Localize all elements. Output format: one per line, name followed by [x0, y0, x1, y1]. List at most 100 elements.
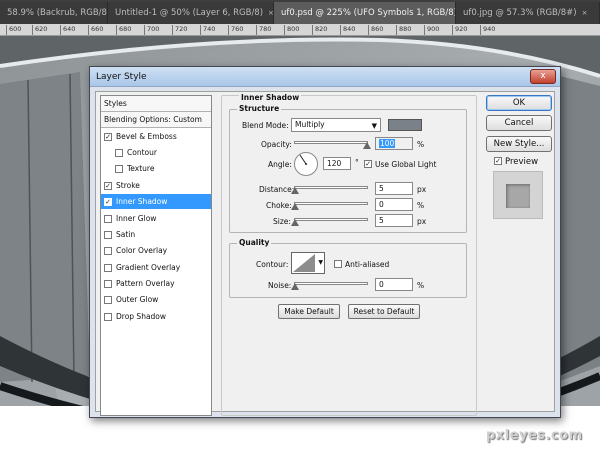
ruler-label: 740 [200, 25, 215, 35]
ok-button[interactable]: OK [486, 95, 552, 111]
ruler-label: 700 [144, 25, 159, 35]
choke-unit: % [417, 201, 425, 210]
style-item-label: Inner Shadow [116, 197, 168, 206]
tab-untitled[interactable]: Untitled-1 @ 50% (Layer 6, RGB/8) × [108, 2, 274, 24]
ruler-label: 800 [284, 25, 299, 35]
checkbox-icon[interactable] [115, 164, 123, 173]
distance-slider[interactable] [291, 186, 368, 194]
style-item-label: Inner Glow [116, 214, 157, 223]
opacity-value: 100 [379, 139, 396, 148]
blend-mode-select[interactable]: Multiply ▼ [291, 118, 381, 132]
angle-label: Angle: [268, 160, 292, 169]
tab-uf0-psd[interactable]: uf0.psd @ 225% (UFO Symbols 1, RGB/8)× [274, 2, 456, 24]
checkbox-icon[interactable]: ✓ [104, 181, 112, 190]
dialog-titlebar[interactable]: Layer Style [90, 67, 560, 87]
chevron-down-icon: ▼ [371, 122, 377, 130]
choke-input[interactable]: 0 [375, 198, 413, 211]
close-icon[interactable]: × [582, 9, 588, 17]
checkbox-icon[interactable] [104, 312, 112, 321]
style-item-texture[interactable]: Texture [101, 161, 211, 177]
tab-label: uf0.psd @ 225% (UFO Symbols 1, RGB/8) [281, 8, 456, 18]
structure-label: Structure [237, 104, 282, 113]
noise-slider[interactable] [291, 282, 368, 290]
style-item-label: Outer Glow [116, 295, 159, 304]
style-item-inner-shadow[interactable]: ✓ Inner Shadow [101, 194, 211, 210]
noise-slider-thumb[interactable] [291, 283, 299, 290]
checkbox-icon[interactable] [104, 230, 112, 239]
style-item-satin[interactable]: Satin [101, 227, 211, 243]
ruler-label: 900 [424, 25, 439, 35]
checkbox-icon[interactable]: ✓ [104, 132, 112, 141]
angle-input[interactable]: 120 [323, 157, 351, 170]
blend-mode-label: Blend Mode: [242, 121, 289, 130]
choke-slider[interactable] [291, 202, 368, 210]
opacity-slider[interactable] [294, 141, 371, 149]
preview-label: Preview [505, 157, 539, 167]
blending-options[interactable]: Blending Options: Custom [101, 112, 211, 128]
opacity-slider-thumb[interactable] [363, 142, 371, 149]
style-item-label: Satin [116, 230, 136, 239]
style-item-inner-glow[interactable]: Inner Glow [101, 211, 211, 227]
contour-picker[interactable]: ▼ [291, 252, 325, 274]
distance-slider-thumb[interactable] [291, 187, 299, 194]
style-item-bevel-emboss[interactable]: ✓ Bevel & Emboss [101, 129, 211, 145]
tab-uf0-jpg[interactable]: uf0.jpg @ 57.3% (RGB/8#) × [456, 2, 600, 24]
chevron-down-icon[interactable]: ▼ [318, 259, 323, 266]
style-item-stroke[interactable]: ✓ Stroke [101, 178, 211, 194]
size-input[interactable]: 5 [375, 214, 413, 227]
size-label: Size: [273, 217, 291, 226]
noise-input[interactable]: 0 [375, 278, 413, 291]
choke-slider-thumb[interactable] [291, 203, 299, 210]
style-item-outer-glow[interactable]: Outer Glow [101, 292, 211, 308]
blend-mode-value: Multiply [295, 120, 325, 129]
styles-list: Styles Blending Options: Custom ✓ Bevel &… [100, 95, 212, 416]
style-item-drop-shadow[interactable]: Drop Shadow [101, 309, 211, 325]
style-preview-thumbnail [493, 171, 543, 219]
ruler-label: 660 [88, 25, 103, 35]
style-item-label: Stroke [116, 181, 140, 190]
distance-input[interactable]: 5 [375, 182, 413, 195]
opacity-input[interactable]: 100 [375, 137, 413, 150]
ruler-label: 920 [452, 25, 467, 35]
new-style-button[interactable]: New Style... [486, 136, 552, 152]
reset-to-default-button[interactable]: Reset to Default [348, 304, 420, 319]
checkbox-icon[interactable] [115, 148, 123, 157]
panel-title: Inner Shadow [239, 93, 302, 102]
style-item-label: Bevel & Emboss [116, 132, 177, 141]
watermark-text: pxleyes.com [486, 428, 583, 443]
noise-value: 0 [379, 280, 384, 289]
angle-dial[interactable] [294, 152, 318, 176]
close-button[interactable]: x [530, 69, 556, 84]
use-global-light-label: Use Global Light [375, 160, 437, 169]
ruler-label: 640 [60, 25, 75, 35]
cancel-button[interactable]: Cancel [486, 115, 552, 131]
style-item-color-overlay[interactable]: Color Overlay [101, 243, 211, 259]
checkbox-icon[interactable] [104, 263, 112, 272]
anti-aliased-checkbox[interactable] [334, 260, 342, 268]
ruler-label: 760 [228, 25, 243, 35]
styles-header-label: Styles [104, 99, 127, 108]
ruler-label: 840 [340, 25, 355, 35]
checkbox-icon[interactable] [104, 246, 112, 255]
checkbox-icon[interactable] [104, 279, 112, 288]
make-default-button[interactable]: Make Default [278, 304, 340, 319]
style-item-gradient-overlay[interactable]: Gradient Overlay [101, 260, 211, 276]
size-slider-thumb[interactable] [291, 219, 299, 226]
blending-options-label: Blending Options: Custom [104, 115, 202, 124]
styles-header[interactable]: Styles [101, 96, 211, 112]
checkbox-icon[interactable]: ✓ [104, 197, 112, 206]
tab-label: Untitled-1 @ 50% (Layer 6, RGB/8) [115, 8, 264, 18]
tab-backrub[interactable]: 58.9% (Backrub, RGB/8)× [0, 2, 108, 24]
style-item-pattern-overlay[interactable]: Pattern Overlay [101, 276, 211, 292]
quality-group [229, 243, 467, 298]
use-global-light-checkbox[interactable]: ✓ [364, 160, 372, 168]
preview-checkbox[interactable]: ✓ [494, 157, 502, 165]
horizontal-ruler: 600 620 640 660 680 700 720 740 760 780 … [0, 24, 600, 36]
style-item-contour[interactable]: Contour [101, 145, 211, 161]
size-slider[interactable] [291, 218, 368, 226]
shadow-color-swatch[interactable] [388, 119, 422, 131]
ruler-label: 880 [396, 25, 411, 35]
checkbox-icon[interactable] [104, 295, 112, 304]
anti-aliased-label: Anti-aliased [345, 260, 390, 269]
checkbox-icon[interactable] [104, 214, 112, 223]
